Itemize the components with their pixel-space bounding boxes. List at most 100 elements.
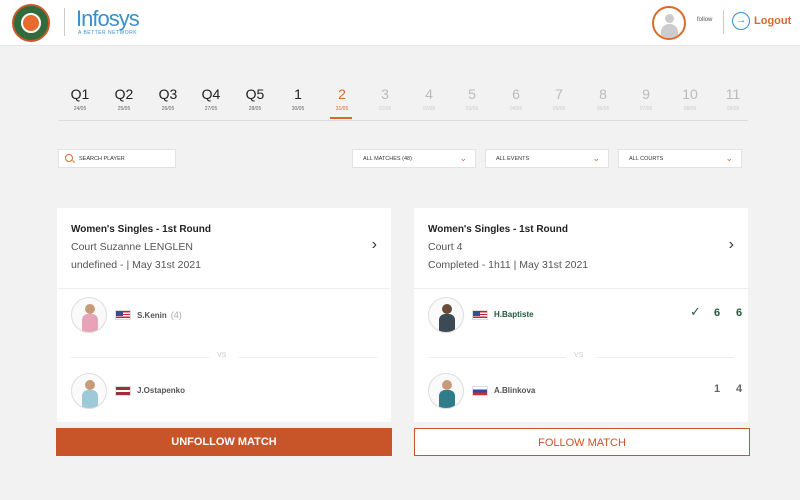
- player-photo: [428, 373, 464, 409]
- day-tab-date: 01/06: [378, 106, 392, 112]
- day-tab-label: Q4: [201, 86, 221, 102]
- infosys-tagline: A BETTER NETWORK: [78, 30, 138, 36]
- player-name: J.Ostapenko: [137, 386, 186, 395]
- day-tab-date: 27/05: [204, 106, 218, 112]
- card-divider: [57, 288, 391, 289]
- day-tab-date: 31/05: [335, 106, 349, 112]
- day-tab-label: 11: [725, 86, 741, 102]
- player-name: S.Kenin (4): [137, 310, 182, 320]
- unfollow-match-button[interactable]: UNFOLLOW MATCH: [56, 428, 392, 456]
- search-icon: [65, 154, 73, 162]
- day-tab[interactable]: 1 30/05: [276, 86, 320, 112]
- player-photo: [71, 297, 107, 333]
- search-player-input[interactable]: SEARCH PLAYER: [58, 149, 176, 168]
- day-tab-label: 4: [425, 86, 433, 102]
- day-tab-date: 02/06: [422, 106, 436, 112]
- match-status: undefined - | May 31st 2021: [71, 259, 201, 271]
- chevron-right-icon[interactable]: ›: [729, 236, 734, 254]
- chevron-right-icon[interactable]: ›: [372, 236, 377, 254]
- day-tab-date: 03/06: [465, 106, 479, 112]
- card-divider: [414, 288, 748, 289]
- events-dropdown-value: ALL EVENTS: [496, 156, 530, 162]
- day-tab[interactable]: 5 03/06: [450, 86, 494, 112]
- match-round-title: Women's Singles - 1st Round: [71, 224, 211, 235]
- top-header: Infosys A BETTER NETWORK follow → Logout: [0, 0, 800, 46]
- day-tab-date: 06/06: [596, 106, 610, 112]
- day-tab-date: 24/05: [73, 106, 87, 112]
- day-tab-date: 25/05: [117, 106, 131, 112]
- day-tab-label: 2: [338, 86, 346, 102]
- chevron-down-icon: ⌄: [592, 153, 600, 163]
- player-row: H.Baptiste ✓ 6 6: [428, 297, 742, 333]
- set-score: 6: [736, 307, 743, 319]
- match-card[interactable]: Women's Singles - 1st Round Court Suzann…: [57, 208, 391, 422]
- day-tab[interactable]: Q5 28/05: [233, 86, 277, 112]
- day-tab[interactable]: 6 04/06: [494, 86, 538, 112]
- match-court: Court Suzanne LENGLEN: [71, 241, 193, 253]
- active-day-indicator: [330, 117, 352, 119]
- day-tab[interactable]: Q4 27/05: [189, 86, 233, 112]
- day-tab-date: 08/06: [683, 106, 697, 112]
- russia-flag-icon: [472, 386, 488, 396]
- chevron-down-icon: ⌄: [725, 153, 733, 163]
- day-tab-date: 07/06: [639, 106, 653, 112]
- day-tab[interactable]: 11 09/06: [711, 86, 755, 112]
- day-tab[interactable]: Q3 26/05: [146, 86, 190, 112]
- player-name: H.Baptiste: [494, 310, 534, 319]
- search-placeholder: SEARCH PLAYER: [79, 156, 125, 162]
- day-tab-date: 26/05: [161, 106, 175, 112]
- matches-dropdown-value: ALL MATCHES (48): [363, 156, 412, 162]
- player-photo: [71, 373, 107, 409]
- day-tab-label: Q1: [70, 86, 90, 102]
- logout-link[interactable]: Logout: [754, 15, 791, 27]
- player-photo: [428, 297, 464, 333]
- day-tab-label: Q3: [158, 86, 178, 102]
- usa-flag-icon: [472, 310, 488, 320]
- day-tab-label: Q2: [114, 86, 134, 102]
- day-tab[interactable]: Q1 24/05: [58, 86, 102, 112]
- day-tab[interactable]: 10 08/06: [668, 86, 712, 112]
- day-tab[interactable]: 3 01/06: [363, 86, 407, 112]
- day-tab-label: 1: [294, 86, 302, 102]
- day-tab[interactable]: 9 07/06: [624, 86, 668, 112]
- day-tab[interactable]: 7 05/06: [537, 86, 581, 112]
- day-tab-label: 9: [642, 86, 650, 102]
- courts-dropdown[interactable]: ALL COURTS ⌄: [618, 149, 742, 168]
- player-row: A.Blinkova 1 4: [428, 373, 742, 409]
- match-court: Court 4: [428, 241, 463, 253]
- day-tab[interactable]: Q2 25/05: [102, 86, 146, 112]
- courts-dropdown-value: ALL COURTS: [629, 156, 664, 162]
- versus-separator: VS: [428, 352, 734, 362]
- events-dropdown[interactable]: ALL EVENTS ⌄: [485, 149, 609, 168]
- chevron-down-icon: ⌄: [459, 153, 467, 163]
- day-tab-active[interactable]: 2 31/05: [320, 86, 364, 112]
- day-tab-date: 28/05: [248, 106, 262, 112]
- winner-check-icon: ✓: [690, 304, 701, 319]
- header-divider: [64, 8, 65, 36]
- day-tab-date: 09/06: [726, 106, 740, 112]
- username-label[interactable]: follow: [697, 17, 712, 23]
- day-tab-date: 04/06: [509, 106, 523, 112]
- player-name: A.Blinkova: [494, 386, 536, 395]
- set-score: 4: [736, 383, 743, 395]
- player-seed: (4): [170, 310, 182, 320]
- infosys-logo: Infosys: [76, 6, 140, 31]
- match-card[interactable]: Women's Singles - 1st Round Court 4 Comp…: [414, 208, 748, 422]
- follow-match-button[interactable]: FOLLOW MATCH: [414, 428, 750, 456]
- day-tab-label: 3: [381, 86, 389, 102]
- day-tab[interactable]: 4 02/06: [407, 86, 451, 112]
- day-tab-label: 7: [555, 86, 563, 102]
- day-tab[interactable]: 8 06/06: [581, 86, 625, 112]
- header-divider-right: [723, 10, 724, 34]
- match-round-title: Women's Singles - 1st Round: [428, 224, 568, 235]
- roland-garros-logo[interactable]: [12, 4, 50, 42]
- logout-icon[interactable]: →: [732, 12, 750, 30]
- day-tab-date: 30/05: [291, 106, 305, 112]
- user-avatar[interactable]: [652, 6, 686, 40]
- day-selector: Q1 24/05 Q2 25/05 Q3 26/05 Q4 27/05 Q5 28/05 …: [58, 86, 748, 120]
- day-tab-label: Q5: [245, 86, 265, 102]
- day-tab-label: 5: [468, 86, 476, 102]
- day-selector-divider: [58, 120, 748, 121]
- day-tab-label: 8: [599, 86, 607, 102]
- matches-dropdown[interactable]: ALL MATCHES (48) ⌄: [352, 149, 476, 168]
